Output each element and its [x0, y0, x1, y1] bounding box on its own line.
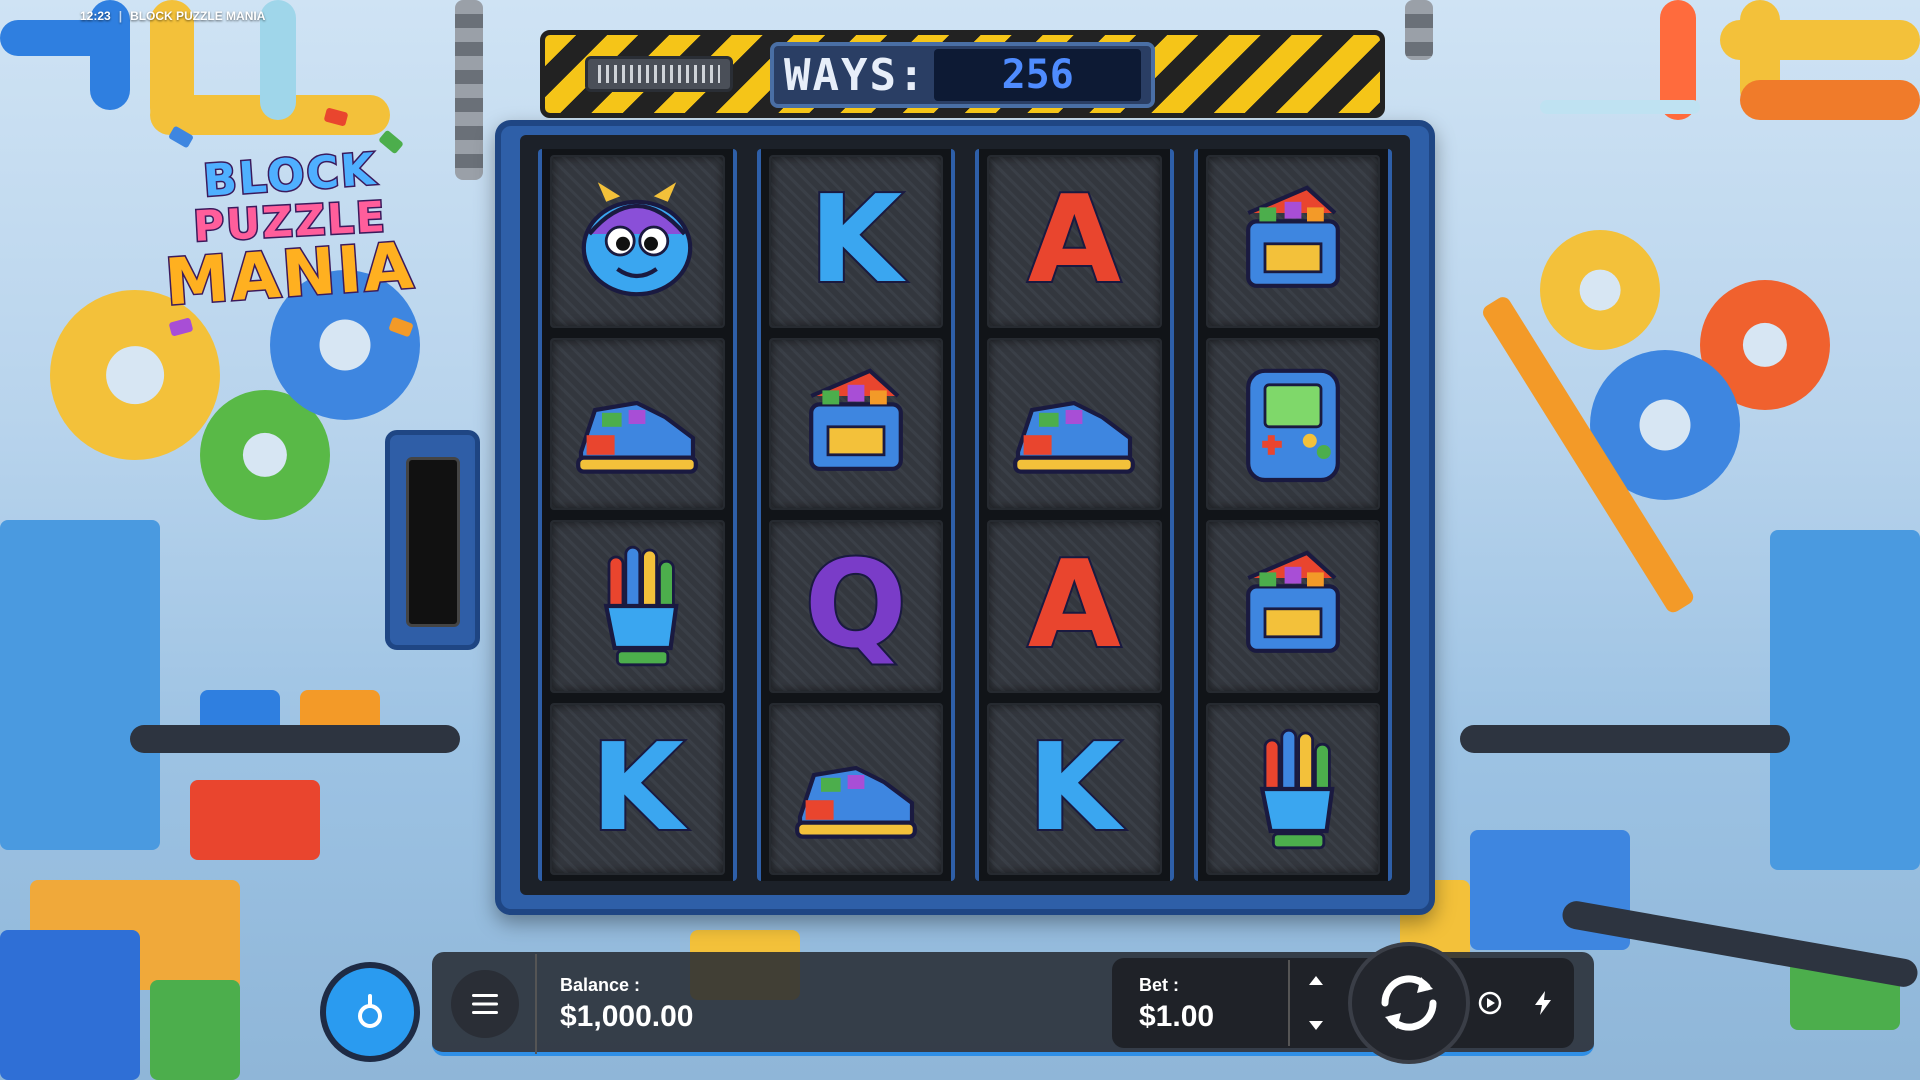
glove-symbol-icon: [1259, 728, 1335, 849]
bet-value: $1.00: [1139, 1000, 1215, 1033]
bet-divider: [1288, 960, 1290, 1046]
toolbox-symbol-icon: [1245, 550, 1340, 654]
glove-symbol-icon: [603, 546, 679, 667]
symbol-cell: Q: [768, 520, 943, 693]
spring-decoration: [585, 56, 733, 92]
reel-grid: K K Q A A K: [520, 135, 1410, 895]
symbol-cell: [1205, 337, 1380, 510]
side-panel: [385, 430, 480, 650]
toolbox-symbol-icon: [808, 368, 903, 471]
bet-label: Bet :: [1139, 975, 1179, 995]
right-chain: [1405, 0, 1433, 60]
status-separator: |: [118, 9, 123, 23]
left-chain: [455, 0, 483, 180]
letter-k-symbol: K: [589, 718, 686, 858]
symbol-cell: K: [987, 702, 1162, 875]
hamburger-icon: [472, 994, 498, 1014]
chevron-down-icon: [1309, 1021, 1323, 1030]
symbol-cell: [550, 337, 725, 510]
symbol-cell: [768, 337, 943, 510]
toolbox-symbol-icon: [1245, 185, 1340, 289]
ways-display: WAYS: 256: [770, 42, 1155, 108]
monster-symbol-icon: [581, 182, 693, 297]
bet-increase-button[interactable]: [1302, 966, 1330, 994]
autoplay-icon: [1478, 991, 1502, 1015]
ways-label: WAYS:: [784, 49, 927, 101]
symbol-cell: [987, 337, 1162, 510]
sneaker-symbol-icon: [794, 765, 917, 839]
ways-value: 256: [934, 49, 1141, 101]
symbol-cell: [1205, 520, 1380, 693]
letter-a-symbol: A: [1026, 171, 1123, 311]
provider-logo-icon: [358, 994, 382, 1028]
reel-1: K: [538, 149, 737, 881]
refresh-icon: [1381, 975, 1437, 1031]
letter-k-symbol: K: [807, 171, 904, 311]
clock-time: 12:23: [80, 9, 111, 23]
game-console-symbol-icon: [1245, 368, 1340, 482]
symbol-cell: [768, 702, 943, 875]
letter-k-symbol: K: [1026, 718, 1123, 858]
symbol-cell: [1205, 155, 1380, 328]
letter-a-symbol: A: [1026, 536, 1123, 676]
bar-divider: [535, 954, 537, 1054]
symbol-cell: A: [987, 155, 1162, 328]
lightning-icon: [1535, 991, 1551, 1015]
reel-3: A A K: [975, 149, 1174, 881]
spin-button[interactable]: [1348, 942, 1470, 1064]
symbol-cell: [550, 520, 725, 693]
letter-q-symbol: Q: [803, 536, 909, 676]
provider-button[interactable]: [320, 962, 420, 1062]
symbol-cell: K: [550, 702, 725, 875]
symbol-cell: [550, 155, 725, 328]
balance-value: $1,000.00: [560, 1000, 694, 1033]
game-title: BLOCK PUZZLE MANIA: [130, 9, 266, 23]
bet-decrease-button[interactable]: [1302, 1012, 1330, 1040]
game-logo: BLOCK PUZZLE MANIA: [150, 106, 430, 350]
sneaker-symbol-icon: [1013, 400, 1136, 474]
symbol-cell: A: [987, 520, 1162, 693]
autoplay-button[interactable]: [1470, 983, 1510, 1023]
reel-4: [1193, 149, 1392, 881]
symbol-cell: K: [768, 155, 943, 328]
turbo-button[interactable]: [1523, 983, 1563, 1023]
chevron-up-icon: [1309, 976, 1323, 985]
menu-button[interactable]: [451, 970, 519, 1038]
reel-2: K Q: [756, 149, 955, 881]
sneaker-symbol-icon: [576, 400, 699, 474]
balance-label: Balance :: [560, 975, 641, 995]
status-bar: 12:23 | BLOCK PUZZLE MANIA: [0, 0, 265, 32]
symbol-cell: [1205, 702, 1380, 875]
